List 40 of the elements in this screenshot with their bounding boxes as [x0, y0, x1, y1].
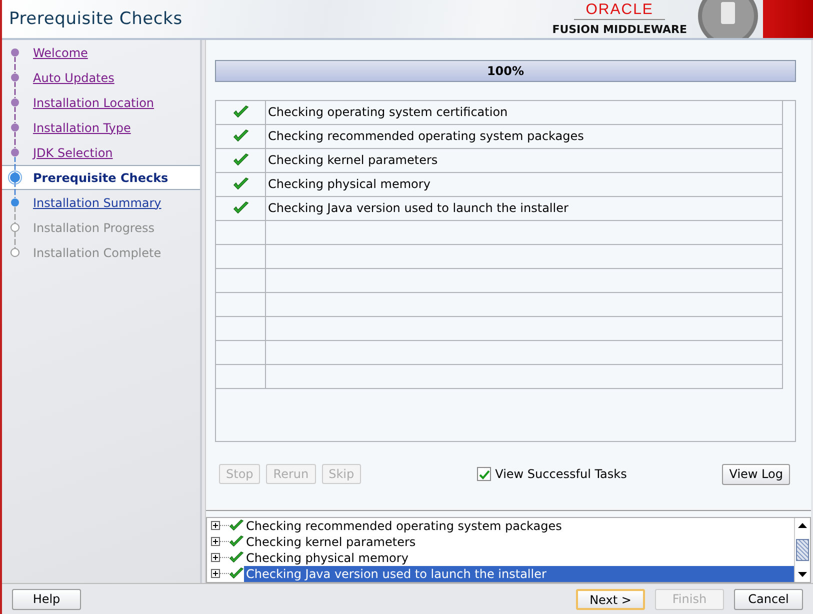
scrollbar[interactable]	[794, 518, 810, 582]
log-item[interactable]: Checking recommended operating system packages	[244, 518, 564, 534]
check-icon	[229, 519, 244, 532]
log-item[interactable]: Checking Java version used to launch the installer	[244, 566, 794, 582]
table-cell: Checking operating system certification	[268, 105, 508, 120]
step-item: Installation Progress	[2, 215, 200, 240]
progress-text: 100%	[486, 64, 524, 78]
step-item: Installation Complete	[2, 240, 200, 265]
expand-icon[interactable]	[211, 553, 220, 562]
expand-icon[interactable]	[211, 569, 220, 578]
check-icon	[229, 535, 244, 548]
step-item[interactable]: Auto Updates	[2, 65, 200, 90]
footer-button[interactable]: Cancel	[734, 588, 803, 610]
expand-icon[interactable]	[211, 537, 220, 546]
checkbox-label: View Successful Tasks	[495, 467, 627, 482]
step-item[interactable]: Installation Type	[2, 115, 200, 140]
step-node-icon	[7, 165, 23, 190]
check-icon	[229, 551, 244, 564]
step-item[interactable]: Welcome	[2, 40, 200, 65]
log-item[interactable]: Checking kernel parameters	[244, 534, 418, 550]
product-name: FUSION MIDDLEWARE	[552, 22, 687, 36]
window-title: Prerequisite Checks	[8, 9, 184, 29]
help-button[interactable]: Help	[12, 588, 81, 610]
checkbox[interactable]	[477, 467, 492, 482]
header-accent	[763, 0, 813, 38]
table-cell: Checking recommended operating system packages	[268, 129, 584, 144]
step-item[interactable]: Installation Summary	[2, 190, 200, 215]
scroll-thumb[interactable]	[796, 538, 809, 561]
view-log-button[interactable]: View Log	[722, 464, 790, 485]
step-item[interactable]: JDK Selection	[2, 140, 200, 165]
brand-logo: ORACLE	[574, 2, 666, 20]
step-item[interactable]: Installation Location	[2, 90, 200, 115]
step-item[interactable]: Prerequisite Checks	[2, 165, 200, 190]
log-item[interactable]: Checking physical memory	[244, 550, 410, 566]
table-cell: Checking kernel parameters	[268, 153, 438, 168]
table-cell: Checking physical memory	[268, 177, 430, 192]
check-icon	[229, 567, 244, 580]
footer-button[interactable]: Next >	[576, 588, 645, 610]
table-cell: Checking Java version used to launch the installer	[268, 201, 568, 216]
expand-icon[interactable]	[211, 521, 220, 530]
